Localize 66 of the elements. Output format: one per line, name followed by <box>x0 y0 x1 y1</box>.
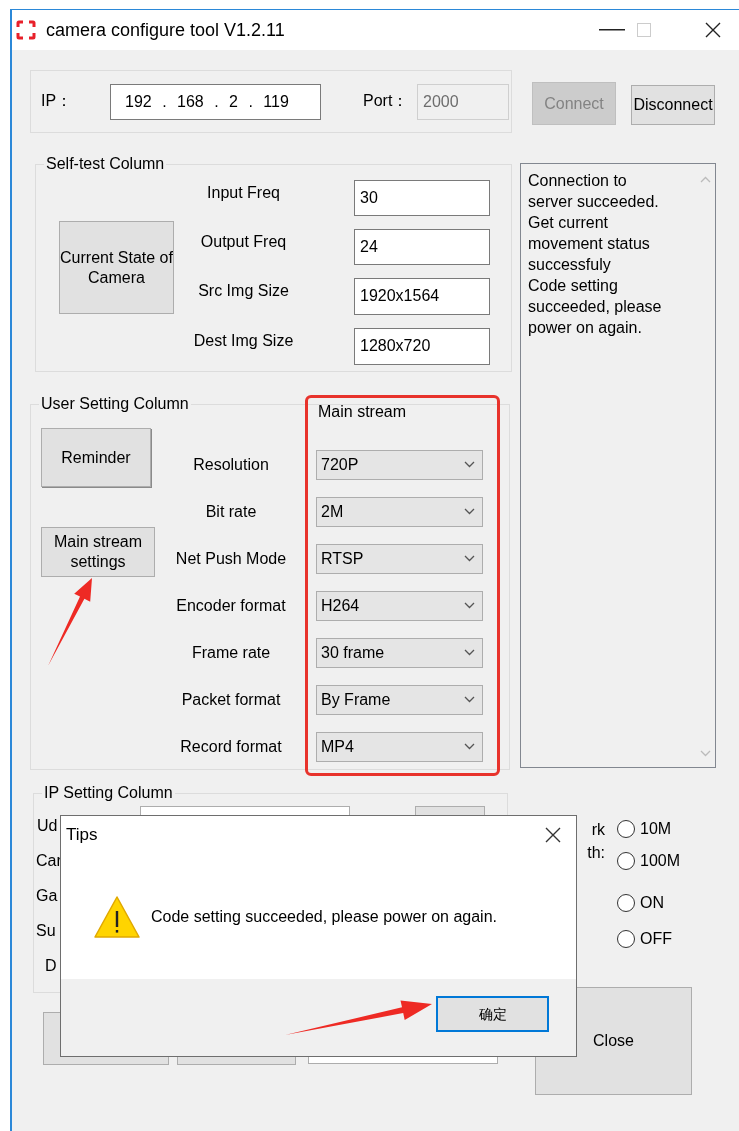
field-label: Port： <box>363 91 410 111</box>
dropdown[interactable]: MP4 <box>316 731 483 762</box>
chevron-down-icon <box>464 461 475 468</box>
field-label: Dest Img Size <box>192 331 295 351</box>
dropdown[interactable]: By Frame <box>316 684 483 715</box>
group-title: User Setting Column <box>39 394 191 414</box>
chevron-down-icon <box>464 508 475 515</box>
field-label: IP： <box>41 91 74 111</box>
chevron-down-icon <box>464 555 475 562</box>
reminder-button[interactable]: Reminder <box>41 428 151 487</box>
field-label: th: <box>587 843 605 863</box>
disconnect-button[interactable]: Disconnect <box>631 85 715 125</box>
radio-button[interactable] <box>617 820 635 838</box>
dropdown[interactable]: 30 frame <box>316 637 483 668</box>
ip-address-field[interactable]: 192 . 168 . 2 . 119 <box>110 83 321 120</box>
field-label: Net Push Mode <box>174 549 288 568</box>
field-label: Ga <box>36 887 58 904</box>
log-message: Connection to server succeeded. <box>528 171 660 212</box>
group-title: IP Setting Column <box>42 783 175 803</box>
radio-button[interactable] <box>617 894 635 912</box>
field-label: Resolution <box>192 455 270 474</box>
log-message: Get current movement status successfuly <box>528 213 651 275</box>
field-label: Bit rate <box>204 502 258 521</box>
field-label: Input Freq <box>206 183 281 203</box>
input-field[interactable]: 24 <box>354 229 490 265</box>
chevron-down-icon <box>464 649 475 656</box>
radio-button[interactable] <box>617 930 635 948</box>
field-label: Su <box>36 922 56 939</box>
dropdown[interactable]: RTSP <box>316 543 483 574</box>
app-logo-icon <box>16 20 36 40</box>
radio-label[interactable]: 100M <box>640 852 681 870</box>
field-label: Packet format <box>180 690 282 709</box>
dialog-title: Tips <box>66 825 98 845</box>
field-label: D <box>45 957 57 974</box>
warning-icon <box>93 894 141 939</box>
input-field[interactable]: 1280x720 <box>354 328 490 365</box>
chevron-down-icon <box>464 696 475 703</box>
radio-button[interactable] <box>617 852 635 870</box>
log-message: Code setting succeeded, please power on again. <box>528 276 663 338</box>
chevron-down-icon <box>464 743 475 750</box>
close-icon[interactable] <box>545 827 561 843</box>
dropdown[interactable]: 720P <box>316 449 483 480</box>
minimize-icon[interactable] <box>599 29 625 31</box>
radio-label[interactable]: ON <box>640 894 664 912</box>
field-label: Src Img Size <box>197 281 290 301</box>
field-label: Output Freq <box>199 232 288 252</box>
ok-button[interactable]: 确定 <box>436 996 549 1032</box>
dropdown[interactable]: H264 <box>316 590 483 621</box>
dropdown[interactable]: 2M <box>316 496 483 527</box>
input-field[interactable]: 30 <box>354 180 490 216</box>
chevron-down-icon <box>464 602 475 609</box>
field-label: Encoder format <box>175 596 287 615</box>
field-label: Record format <box>179 737 283 756</box>
section-title: Main stream <box>318 403 407 420</box>
field-label: rk <box>591 820 605 840</box>
radio-label[interactable]: 10M <box>640 820 672 838</box>
radio-label[interactable]: OFF <box>640 930 672 948</box>
main-stream-settings-button[interactable]: Main stream settings <box>41 527 155 577</box>
field-label: Ud <box>37 817 58 834</box>
input-field[interactable]: 1920x1564 <box>354 278 490 315</box>
field-label: Frame rate <box>190 643 272 662</box>
camera-state-button[interactable]: Current State of Camera <box>59 221 174 314</box>
close-icon[interactable] <box>705 22 721 38</box>
field-label: Car <box>36 852 62 869</box>
window-title: camera configure tool V1.2.11 <box>46 19 285 41</box>
dialog-message: Code setting succeeded, please power on again. <box>151 907 497 926</box>
